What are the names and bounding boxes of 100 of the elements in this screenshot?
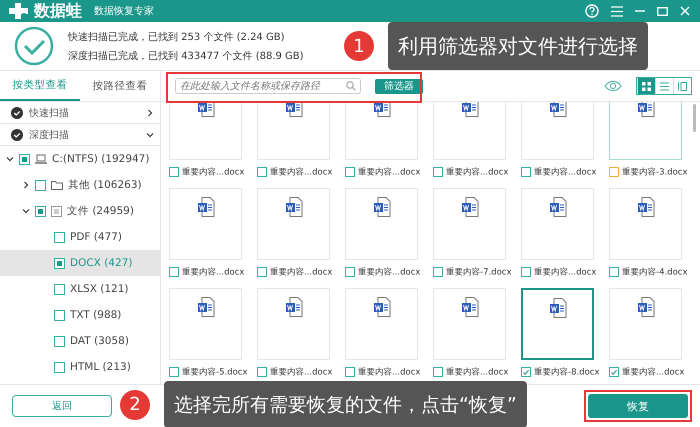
checkbox[interactable] <box>257 267 267 277</box>
app-name: 数据蛙 <box>34 0 82 22</box>
file-thumbnail[interactable] <box>521 288 594 360</box>
checkbox[interactable] <box>54 284 65 294</box>
file-name: 重要内容...docx <box>534 266 596 278</box>
filter-button[interactable]: 筛选器 <box>375 78 423 94</box>
checkbox[interactable] <box>257 367 267 377</box>
checkbox[interactable] <box>35 206 46 216</box>
chevron-icon[interactable] <box>146 130 154 138</box>
tree-item[interactable]: XLSX (121) <box>70 283 128 295</box>
checkbox[interactable] <box>35 180 46 190</box>
checkbox[interactable] <box>54 310 65 320</box>
tree-item[interactable]: 其他 (106263) <box>68 178 142 192</box>
word-document-icon <box>460 197 478 217</box>
view-tab[interactable]: 按路径查看 <box>80 71 160 101</box>
word-document-icon <box>196 102 214 117</box>
view-tab[interactable]: 按类型查看 <box>0 71 80 101</box>
word-document-icon <box>284 297 302 317</box>
step-number: 1 <box>344 31 374 61</box>
checkbox[interactable] <box>54 258 65 268</box>
check-circle-icon <box>14 26 54 66</box>
checkbox[interactable] <box>345 167 355 177</box>
word-document-icon <box>636 102 654 117</box>
word-document-icon <box>460 297 478 317</box>
tree-item[interactable]: DAT (3058) <box>70 335 129 347</box>
checkbox[interactable] <box>521 167 531 177</box>
checkbox[interactable] <box>345 367 355 377</box>
checkbox[interactable] <box>609 367 619 377</box>
menu-icon[interactable] <box>611 6 623 16</box>
word-document-icon <box>460 102 478 117</box>
file-name: 重要内容-8.docx <box>534 366 600 378</box>
tree-item[interactable]: 文件 (24959) <box>67 204 134 218</box>
chevron-icon[interactable] <box>6 155 14 163</box>
file-name: 重要内容-7.docx <box>446 266 512 278</box>
file-name: 重要内容-3.docx <box>622 166 688 178</box>
help-icon[interactable] <box>585 4 599 18</box>
chevron-icon[interactable] <box>22 181 30 189</box>
word-document-icon <box>284 102 302 117</box>
grid-view-button[interactable] <box>637 78 655 94</box>
checkbox[interactable] <box>521 267 531 277</box>
scan-status-text: 深度扫描已完成，已找到 433477 个文件 (88.9 GB) <box>68 50 304 62</box>
file-name: 重要内容...docx <box>446 166 508 178</box>
word-document-icon <box>636 197 654 217</box>
close-icon[interactable] <box>680 6 690 16</box>
chevron-icon[interactable] <box>146 108 154 116</box>
file-name: 重要内容...docx <box>358 366 420 378</box>
file-name: 重要内容...docx <box>270 366 332 378</box>
file-name: 重要内容...docx <box>534 166 596 178</box>
word-document-icon <box>196 297 214 317</box>
checkbox[interactable] <box>433 267 443 277</box>
file-name: 重要内容...docx <box>622 366 684 378</box>
list-icon <box>660 82 669 90</box>
file-name: 重要内容...docx <box>270 166 332 178</box>
word-document-icon <box>372 197 390 217</box>
back-button[interactable]: 返回 <box>12 395 112 417</box>
checkbox[interactable] <box>54 336 65 346</box>
search-icon <box>346 81 356 91</box>
file-name: 重要内容...docx <box>358 166 420 178</box>
checkbox[interactable] <box>521 367 531 377</box>
file-name: 重要内容...docx <box>270 266 332 278</box>
scan-type-label[interactable]: 深度扫描 <box>29 128 140 142</box>
file-name: 重要内容-4.docx <box>622 266 688 278</box>
tree-item[interactable]: C:(NTFS) (192947) <box>52 153 150 165</box>
recover-button[interactable]: 恢复 <box>588 394 688 418</box>
checkbox[interactable] <box>609 167 619 177</box>
tree-item[interactable]: HTML (213) <box>70 361 131 373</box>
checkbox[interactable] <box>433 367 443 377</box>
image-file-icon <box>51 206 62 216</box>
check-circle-icon <box>11 106 23 118</box>
checkbox[interactable] <box>169 367 179 377</box>
minimize-icon[interactable] <box>635 10 645 12</box>
step-number: 2 <box>120 390 150 420</box>
word-document-icon <box>636 297 654 317</box>
tree-item[interactable]: PDF (477) <box>70 231 122 243</box>
eye-icon[interactable] <box>604 80 622 92</box>
callout-tooltip: 选择完所有需要恢复的文件，点击“恢复” <box>164 381 527 427</box>
laptop-icon <box>35 154 47 164</box>
checkbox[interactable] <box>54 362 65 372</box>
word-document-icon <box>196 197 214 217</box>
columns-icon <box>678 82 687 90</box>
checkbox[interactable] <box>433 167 443 177</box>
checkbox[interactable] <box>257 167 267 177</box>
scan-status-text: 快速扫描已完成，已找到 253 个文件 (2.24 GB) <box>68 30 286 44</box>
maximize-icon[interactable] <box>657 6 668 16</box>
checkbox[interactable] <box>609 267 619 277</box>
file-name: 重要内容...docx <box>446 366 508 378</box>
file-name: 重要内容...docx <box>182 266 244 278</box>
check-circle-icon <box>11 128 23 140</box>
chevron-icon[interactable] <box>22 207 30 215</box>
tree-item[interactable]: TXT (988) <box>70 309 122 321</box>
grid-icon <box>642 82 651 90</box>
callout-tooltip: 利用筛选器对文件进行选择 <box>388 22 648 70</box>
checkbox[interactable] <box>169 267 179 277</box>
scan-type-label[interactable]: 快速扫描 <box>29 106 140 120</box>
scrollbar[interactable] <box>693 104 696 132</box>
checkbox[interactable] <box>19 154 30 164</box>
word-document-icon <box>548 197 566 217</box>
checkbox[interactable] <box>169 167 179 177</box>
checkbox[interactable] <box>54 232 65 242</box>
checkbox[interactable] <box>345 267 355 277</box>
